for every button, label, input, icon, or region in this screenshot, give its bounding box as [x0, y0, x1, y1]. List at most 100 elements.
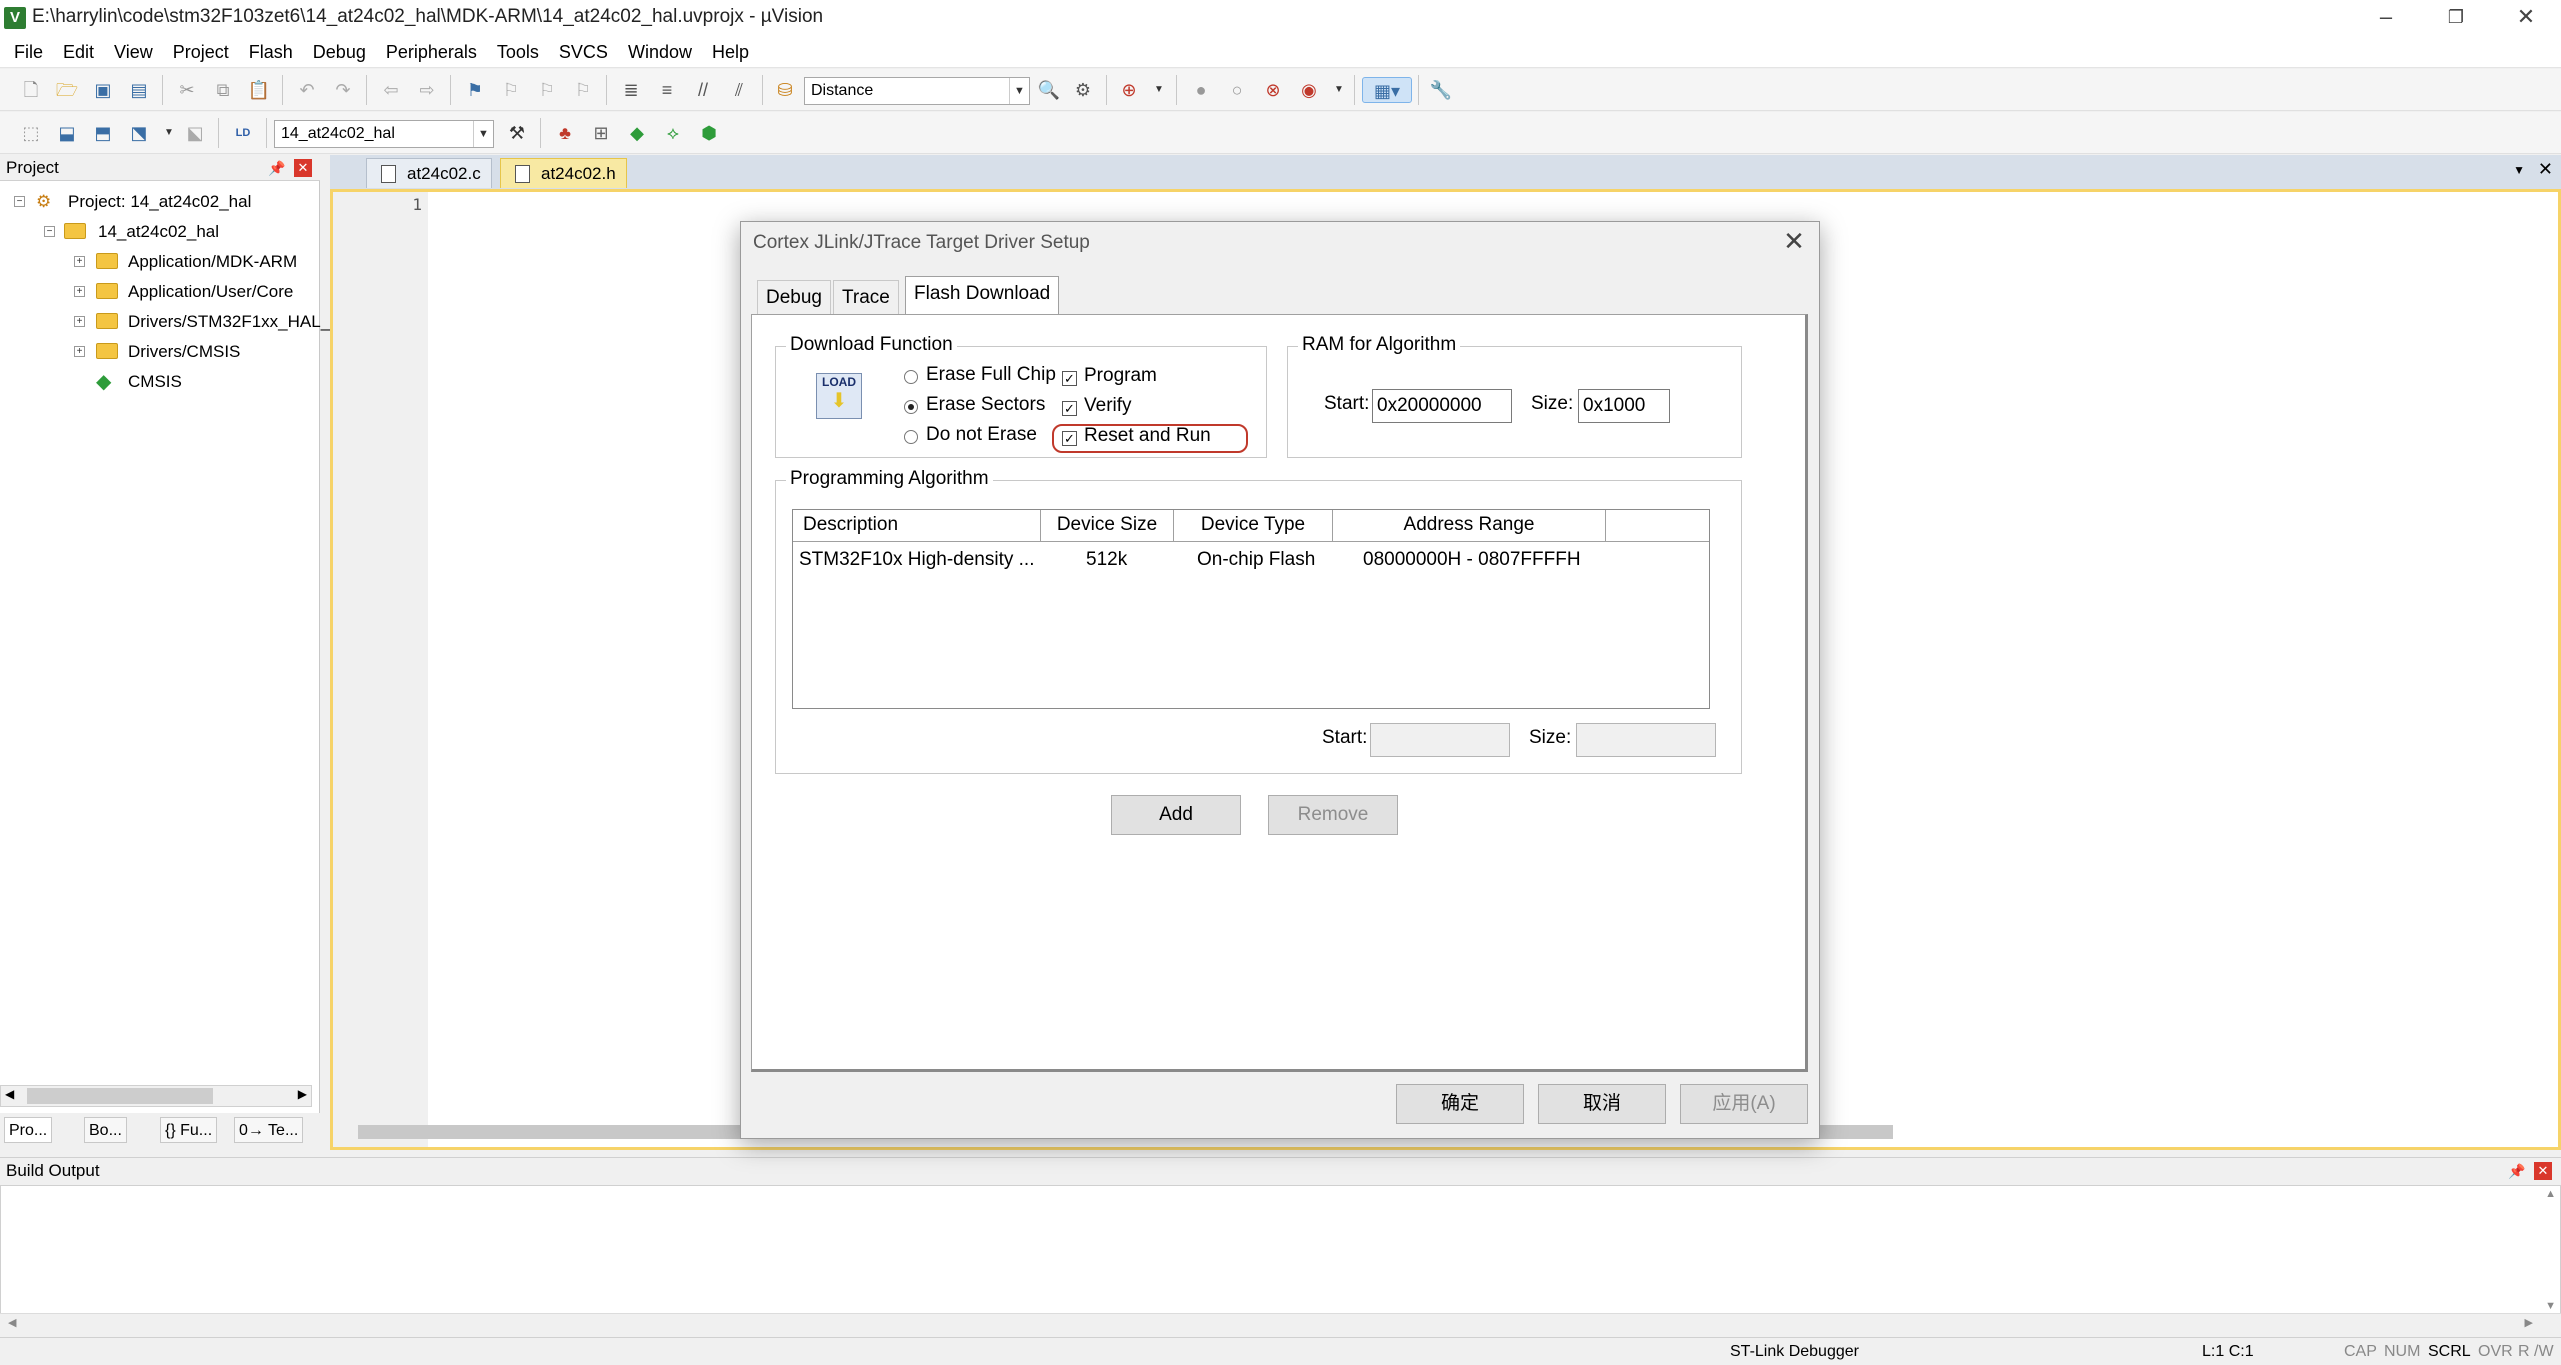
- close-tab-icon[interactable]: ✕: [2538, 159, 2553, 180]
- menu-project[interactable]: Project: [163, 36, 239, 68]
- menu-peripherals[interactable]: Peripherals: [376, 36, 487, 68]
- scroll-left-icon[interactable]: ◀: [5, 1087, 14, 1101]
- chevron-down-icon[interactable]: ▼: [1146, 77, 1172, 103]
- tab-at24c02-c[interactable]: at24c02.c: [366, 158, 492, 188]
- menu-edit[interactable]: Edit: [53, 36, 104, 68]
- select-packs-icon[interactable]: ⟡: [660, 120, 686, 146]
- pin-icon[interactable]: 📌: [268, 159, 286, 177]
- debug-session-icon[interactable]: ⊕: [1116, 77, 1142, 103]
- save-all-icon[interactable]: ▤: [126, 77, 152, 103]
- add-button[interactable]: Add: [1111, 795, 1241, 835]
- erase-full-chip-label[interactable]: Erase Full Chip: [926, 364, 1056, 386]
- rebuild-icon[interactable]: ⬒: [90, 120, 116, 146]
- expand-icon[interactable]: +: [74, 316, 85, 327]
- close-window-button[interactable]: ✕: [2491, 0, 2561, 36]
- column-device-type[interactable]: Device Type: [1174, 510, 1333, 542]
- algo-size-input[interactable]: [1576, 723, 1716, 757]
- cancel-button[interactable]: 取消: [1538, 1084, 1666, 1124]
- file-extensions-icon[interactable]: ♣: [552, 120, 578, 146]
- do-not-erase-label[interactable]: Do not Erase: [926, 424, 1037, 446]
- undo-icon[interactable]: ↶: [294, 77, 320, 103]
- clear-bookmarks-icon[interactable]: ⚐: [570, 77, 596, 103]
- indent-icon[interactable]: ≣: [618, 77, 644, 103]
- stop-build-icon[interactable]: ⬕: [182, 120, 208, 146]
- erase-sectors-label[interactable]: Erase Sectors: [926, 394, 1045, 416]
- clear-breakpoints-icon[interactable]: ⊗: [1260, 77, 1286, 103]
- menu-debug[interactable]: Debug: [303, 36, 376, 68]
- build-icon[interactable]: ⬓: [54, 120, 80, 146]
- checkbox-program[interactable]: ✓: [1062, 371, 1077, 386]
- column-device-size[interactable]: Device Size: [1041, 510, 1174, 542]
- radio-erase-full-chip[interactable]: [904, 370, 918, 384]
- uncomment-icon[interactable]: ⫽: [726, 77, 752, 103]
- tab-functions[interactable]: {} Fu...: [160, 1117, 218, 1143]
- scroll-right-icon[interactable]: ▶: [298, 1087, 307, 1101]
- verify-label[interactable]: Verify: [1084, 395, 1132, 417]
- menu-svcs[interactable]: SVCS: [549, 36, 618, 68]
- scroll-down-icon[interactable]: ▼: [2545, 1300, 2556, 1312]
- download-icon[interactable]: LD: [230, 120, 256, 146]
- restore-button[interactable]: ❐: [2421, 0, 2491, 36]
- kill-breakpoints-icon[interactable]: ◉: [1296, 77, 1322, 103]
- window-layout-icon[interactable]: ▦▾: [1362, 77, 1412, 103]
- pack-installer-icon[interactable]: ◆: [624, 120, 650, 146]
- scroll-left-icon[interactable]: ◀: [8, 1316, 16, 1329]
- disable-breakpoint-icon[interactable]: ○: [1224, 77, 1250, 103]
- tab-project[interactable]: Pro...: [4, 1117, 53, 1143]
- tab-templates[interactable]: 0→ Te...: [234, 1117, 304, 1143]
- tab-trace[interactable]: Trace: [833, 280, 899, 314]
- ram-start-input[interactable]: 0x20000000: [1372, 389, 1512, 423]
- next-bookmark-icon[interactable]: ⚐: [534, 77, 560, 103]
- find-icon[interactable]: 🔍: [1036, 77, 1062, 103]
- navigate-back-icon[interactable]: ⇦: [378, 77, 404, 103]
- navigate-forward-icon[interactable]: ⇨: [414, 77, 440, 103]
- build-output-text[interactable]: ▲ ▼: [0, 1185, 2561, 1315]
- chevron-down-icon[interactable]: ▼: [156, 120, 182, 146]
- minimize-button[interactable]: –: [2351, 0, 2421, 36]
- reset-and-run-label[interactable]: Reset and Run: [1084, 425, 1211, 447]
- tab-debug[interactable]: Debug: [757, 280, 831, 314]
- column-address-range[interactable]: Address Range: [1333, 510, 1606, 542]
- algo-start-input[interactable]: [1370, 723, 1510, 757]
- paste-icon[interactable]: 📋: [246, 77, 272, 103]
- copy-icon[interactable]: ⧉: [210, 77, 236, 103]
- run-time-environment-icon[interactable]: ⬢: [696, 120, 722, 146]
- close-panel-icon[interactable]: ✕: [2534, 1162, 2552, 1180]
- dialog-close-button[interactable]: ✕: [1779, 226, 1809, 256]
- find-in-files-icon[interactable]: ⛁: [772, 77, 798, 103]
- save-icon[interactable]: ▣: [90, 77, 116, 103]
- column-description[interactable]: Description: [793, 510, 1041, 542]
- unindent-icon[interactable]: ≡: [654, 77, 680, 103]
- apply-button[interactable]: 应用(A): [1680, 1084, 1808, 1124]
- configure-icon[interactable]: 🔧: [1428, 77, 1454, 103]
- tab-flash-download[interactable]: Flash Download: [905, 276, 1060, 316]
- open-file-icon[interactable]: 🗁: [54, 77, 80, 103]
- expand-icon[interactable]: +: [74, 286, 85, 297]
- tab-at24c02-h[interactable]: at24c02.h: [500, 158, 627, 188]
- ram-size-input[interactable]: 0x1000: [1578, 389, 1670, 423]
- menu-help[interactable]: Help: [702, 36, 759, 68]
- close-panel-icon[interactable]: ✕: [294, 159, 312, 177]
- breakpoint-icon[interactable]: ●: [1188, 77, 1214, 103]
- radio-erase-sectors[interactable]: [904, 400, 918, 414]
- algorithm-table[interactable]: Description Device Size Device Type Addr…: [792, 509, 1710, 709]
- project-horizontal-scrollbar[interactable]: ◀ ▶: [0, 1085, 312, 1107]
- menu-window[interactable]: Window: [618, 36, 702, 68]
- comment-icon[interactable]: //: [690, 77, 716, 103]
- chevron-down-icon[interactable]: ▼: [1326, 77, 1352, 103]
- target-options-icon[interactable]: ⚒: [504, 120, 530, 146]
- program-label[interactable]: Program: [1084, 365, 1157, 387]
- incremental-find-icon[interactable]: ⚙: [1070, 77, 1096, 103]
- scroll-right-icon[interactable]: ▶: [2525, 1316, 2533, 1329]
- collapse-icon[interactable]: −: [14, 196, 25, 207]
- translate-icon[interactable]: ⬚: [18, 120, 44, 146]
- menu-file[interactable]: File: [0, 36, 53, 68]
- pin-icon[interactable]: 📌: [2508, 1162, 2526, 1180]
- cut-icon[interactable]: ✂: [174, 77, 200, 103]
- new-file-icon[interactable]: 🗋: [18, 77, 44, 103]
- redo-icon[interactable]: ↷: [330, 77, 356, 103]
- prev-bookmark-icon[interactable]: ⚐: [498, 77, 524, 103]
- tab-books[interactable]: Bo...: [84, 1117, 127, 1143]
- expand-icon[interactable]: +: [74, 346, 85, 357]
- find-combo[interactable]: Distance ▼: [804, 77, 1030, 105]
